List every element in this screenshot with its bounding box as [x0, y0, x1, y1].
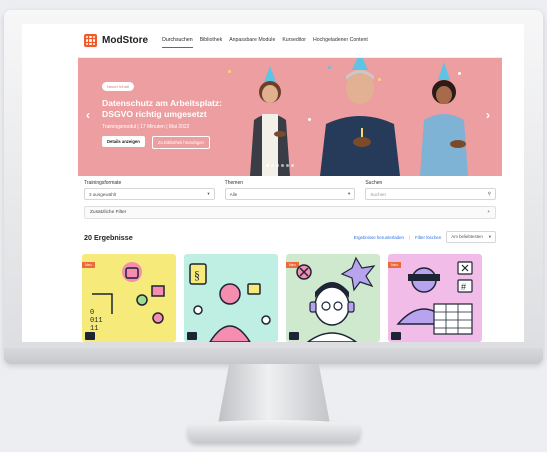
training-formats-value: 3 ausgewählt	[89, 191, 117, 197]
training-formats-select[interactable]: 3 ausgewählt ▾	[84, 188, 215, 200]
course-format-icon	[85, 332, 95, 340]
course-format-icon	[187, 332, 197, 340]
carousel-dot[interactable]	[276, 164, 279, 167]
modstore-logo-icon[interactable]	[84, 34, 97, 47]
chevron-down-icon: ▾	[488, 234, 491, 239]
clear-filters-link[interactable]: Filter löschen	[415, 235, 441, 240]
topics-select[interactable]: Alle ▾	[224, 188, 356, 200]
nav-items: Durchsuchen Bibliothek Anpassbare Module…	[162, 33, 368, 48]
nav-item-bibliothek[interactable]: Bibliothek	[200, 33, 223, 48]
course-format-icon	[391, 332, 401, 340]
hero-next-arrow-icon[interactable]: ›	[486, 108, 490, 122]
hero-carousel-dots	[266, 164, 294, 167]
monitor-stand-neck	[218, 364, 330, 424]
carousel-dot[interactable]	[286, 164, 289, 167]
search-input[interactable]: Suchen ⚲	[365, 188, 497, 200]
result-cards: Neu 0 011 11 § Neu Neu #	[82, 254, 498, 342]
hero-illustration-people	[250, 58, 468, 176]
divider: |	[409, 234, 411, 240]
hero-title: Datenschutz am Arbeitsplatz: DSGVO richt…	[102, 98, 223, 119]
additional-filters-toggle[interactable]: Zusätzliche Filter +	[84, 206, 496, 219]
add-to-library-button[interactable]: Zu Bibliothek hinzufügen	[152, 136, 210, 149]
course-format-icon	[289, 332, 299, 340]
chevron-down-icon: ▾	[207, 191, 210, 196]
hero-subtitle: Trainingsmodul | 17 Minuten | Mai 2022	[102, 124, 190, 130]
nav-item-durchsuchen[interactable]: Durchsuchen	[162, 33, 193, 48]
training-formats-label: Trainingsformate	[84, 180, 122, 186]
person-headset-icon	[296, 256, 376, 342]
monitor-chin	[4, 348, 543, 364]
course-card[interactable]: Neu #	[388, 254, 482, 342]
sort-value: Am beliebtesten	[451, 234, 483, 239]
nav-item-anpassbare-module[interactable]: Anpassbare Module	[229, 33, 275, 48]
details-button[interactable]: Details anzeigen	[102, 136, 145, 147]
hero-prev-arrow-icon[interactable]: ‹	[86, 108, 90, 122]
hero-banner: ‹ › Neuer Inhalt Datenschutz am Arbeitsp…	[78, 58, 502, 176]
search-placeholder: Suchen	[370, 191, 386, 197]
carousel-dot[interactable]	[281, 164, 284, 167]
top-navigation: ModStore Durchsuchen Bibliothek Anpassba…	[78, 24, 502, 58]
person-lock-icon: §	[189, 263, 271, 342]
plus-icon: +	[487, 210, 490, 215]
nav-item-hochgeladener-content[interactable]: Hochgeladener Content	[313, 33, 368, 48]
results-bar: 20 Ergebnisse Ergebnisse herunterladen |…	[84, 230, 496, 244]
nav-item-kurseditor[interactable]: Kurseditor	[282, 33, 306, 48]
topics-label: Themen	[224, 180, 244, 186]
svg-text:0: 0	[90, 309, 94, 317]
search-label: Suchen	[365, 180, 383, 186]
topics-value: Alle	[229, 191, 238, 197]
chevron-down-icon: ▾	[348, 191, 351, 196]
sort-select[interactable]: Am beliebtesten ▾	[446, 231, 496, 243]
carousel-dot[interactable]	[291, 164, 294, 167]
course-card[interactable]: §	[184, 254, 278, 342]
carousel-dot[interactable]	[271, 164, 274, 167]
additional-filters-label: Zusätzliche Filter	[90, 210, 127, 215]
search-icon[interactable]: ⚲	[488, 191, 491, 197]
hero-badge: Neuer Inhalt	[102, 82, 134, 91]
svg-text:§: §	[194, 268, 200, 282]
filter-panel: Trainingsformate 3 ausgewählt ▾ Themen A…	[84, 180, 497, 219]
lock-circuit-icon: 0 011 11	[90, 262, 165, 333]
svg-text:011: 011	[90, 317, 103, 325]
download-results-link[interactable]: Ergebnisse herunterladen	[354, 235, 404, 240]
results-count: 20 Ergebnisse	[84, 232, 133, 242]
course-card[interactable]: Neu 0 011 11	[82, 254, 176, 342]
monitor-screen: ModStore Durchsuchen Bibliothek Anpassba…	[22, 24, 524, 342]
person-masked-icon: #	[396, 261, 473, 335]
monitor-stand-base	[188, 420, 360, 442]
svg-text:#: #	[461, 282, 466, 292]
carousel-dot[interactable]	[266, 164, 269, 167]
course-card[interactable]: Neu	[286, 254, 380, 342]
modstore-page: ModStore Durchsuchen Bibliothek Anpassba…	[78, 24, 502, 342]
logo-text[interactable]: ModStore	[102, 35, 148, 46]
